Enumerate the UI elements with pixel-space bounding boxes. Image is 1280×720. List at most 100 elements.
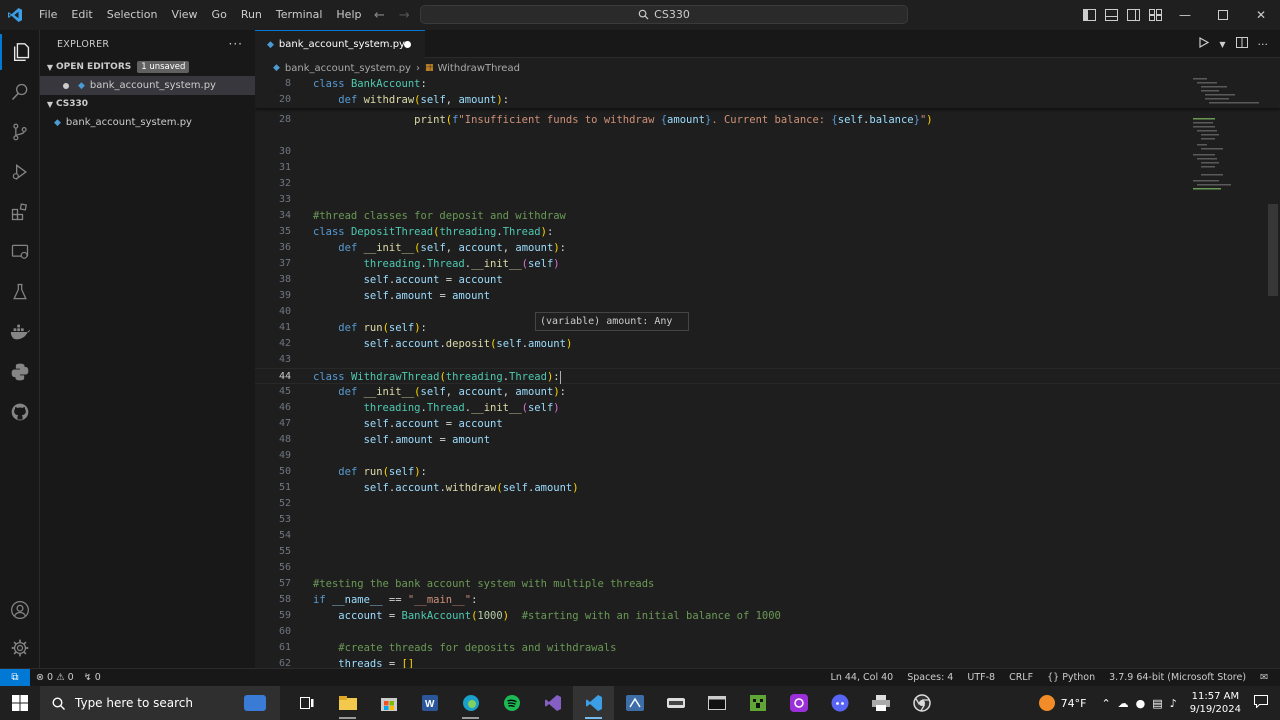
explorer-icon[interactable]	[0, 34, 42, 70]
split-editor-icon[interactable]	[1235, 37, 1248, 51]
menu-view[interactable]: View	[164, 0, 204, 30]
windows-start-icon[interactable]	[0, 686, 40, 720]
camera-app-icon[interactable]	[778, 686, 819, 720]
line-number: 53	[278, 514, 291, 525]
ports-indicator[interactable]: ↯ 0	[84, 672, 101, 683]
minecraft-icon[interactable]	[737, 686, 778, 720]
run-python-file-icon[interactable]	[1198, 36, 1210, 51]
breadcrumb-file[interactable]: bank_account_system.py	[285, 63, 411, 74]
account-icon[interactable]	[0, 592, 40, 628]
chevron-down-icon[interactable]: ▼	[1219, 40, 1225, 49]
cursor-position[interactable]: Ln 44, Col 40	[831, 672, 894, 683]
vscode-taskbar-icon[interactable]	[573, 686, 614, 720]
customize-layout-icon[interactable]	[1144, 0, 1166, 30]
open-editors-section[interactable]: ▼ OPEN EDITORS 1 unsaved	[40, 58, 255, 76]
minimap[interactable]	[1187, 76, 1267, 196]
notifications-icon[interactable]	[1254, 695, 1268, 711]
vertical-scrollbar[interactable]	[1268, 204, 1278, 296]
menu-selection[interactable]: Selection	[100, 0, 165, 30]
more-actions-icon[interactable]: ···	[1258, 38, 1269, 51]
encoding[interactable]: UTF-8	[967, 672, 995, 683]
code-text: threads = []	[338, 658, 415, 668]
back-arrow-icon[interactable]: ←	[374, 8, 385, 23]
tab-bank-account-system[interactable]: ◆ bank_account_system.py	[255, 30, 425, 58]
code-editor[interactable]: 8 class BankAccount: 20 def withdraw(self…	[255, 76, 1280, 668]
source-control-icon[interactable]	[0, 114, 40, 150]
code-line: 43	[255, 352, 1280, 368]
taskbar-search-box[interactable]: Type here to search	[40, 686, 280, 720]
problems-indicator[interactable]: ⊗ 0 ⚠ 0	[36, 672, 74, 683]
more-actions-icon[interactable]: ···	[229, 37, 243, 51]
remote-indicator-icon[interactable]: ⧉	[0, 669, 30, 686]
menu-file[interactable]: File	[32, 0, 64, 30]
docker-icon[interactable]	[0, 314, 40, 350]
snipping-tool-icon[interactable]	[614, 686, 655, 720]
toggle-panel-icon[interactable]	[1100, 0, 1122, 30]
code-line: 42 self.account.deposit(self.amount)	[255, 336, 1280, 352]
printer-icon[interactable]	[860, 686, 901, 720]
svg-text:W: W	[425, 699, 435, 710]
indentation[interactable]: Spaces: 4	[907, 672, 953, 683]
extensions-icon[interactable]	[0, 194, 40, 230]
code-text: def __init__(self, account, amount):	[338, 242, 566, 254]
file-explorer-icon[interactable]	[327, 686, 368, 720]
chevron-up-icon[interactable]: ⌃	[1101, 697, 1110, 710]
language-mode[interactable]: {} Python	[1047, 672, 1095, 683]
weather-widget[interactable]: 74°F	[1038, 695, 1086, 711]
unsaved-badge: 1 unsaved	[137, 61, 190, 73]
discord-icon[interactable]	[819, 686, 860, 720]
line-number: 58	[278, 594, 291, 605]
github-icon[interactable]	[0, 394, 40, 430]
python-icon[interactable]	[0, 354, 40, 390]
menu-bar: File Edit Selection View Go Run Terminal…	[32, 0, 368, 30]
command-prompt-icon[interactable]	[696, 686, 737, 720]
menu-terminal[interactable]: Terminal	[269, 0, 330, 30]
python-interpreter[interactable]: 3.7.9 64-bit (Microsoft Store)	[1109, 672, 1246, 683]
line-number: 50	[278, 466, 291, 477]
search-icon[interactable]	[0, 74, 40, 110]
notifications-bell-icon[interactable]: ✉	[1260, 672, 1268, 683]
terminal-app-icon[interactable]	[655, 686, 696, 720]
edge-browser-icon[interactable]	[450, 686, 491, 720]
minimize-icon[interactable]: —	[1166, 0, 1204, 30]
line-ending[interactable]: CRLF	[1009, 672, 1033, 683]
testing-flask-icon[interactable]	[0, 274, 40, 310]
microsoft-store-icon[interactable]	[368, 686, 409, 720]
unsaved-dot-icon[interactable]	[63, 82, 69, 89]
remote-explorer-icon[interactable]	[0, 234, 40, 270]
unsaved-dot-icon[interactable]	[404, 41, 411, 48]
word-icon[interactable]: W	[409, 686, 450, 720]
toggle-primary-sidebar-icon[interactable]	[1078, 0, 1100, 30]
microphone-icon[interactable]: ●	[1136, 697, 1146, 710]
menu-run[interactable]: Run	[234, 0, 269, 30]
folder-section[interactable]: ▼ CS330	[40, 95, 255, 113]
explorer-title: EXPLORER	[57, 38, 110, 50]
line-number: 20	[278, 94, 291, 105]
code-text: class DepositThread(threading.Thread):	[313, 226, 554, 238]
run-debug-icon[interactable]	[0, 154, 40, 190]
command-center-search[interactable]: CS330	[420, 5, 908, 24]
breadcrumb-symbol[interactable]: WithdrawThread	[437, 63, 519, 74]
system-clock[interactable]: 11:57 AM 9/19/2024	[1190, 690, 1241, 716]
spotify-icon[interactable]	[491, 686, 532, 720]
menu-edit[interactable]: Edit	[64, 0, 99, 30]
settings-gear-icon[interactable]	[0, 630, 40, 666]
network-icon[interactable]: ▤	[1152, 697, 1162, 710]
code-line: 46 threading.Thread.__init__(self)	[255, 400, 1280, 416]
toggle-secondary-sidebar-icon[interactable]	[1122, 0, 1144, 30]
menu-go[interactable]: Go	[205, 0, 234, 30]
maximize-icon[interactable]	[1204, 0, 1242, 30]
visual-studio-icon[interactable]	[532, 686, 573, 720]
task-view-icon[interactable]	[286, 686, 327, 720]
menu-help[interactable]: Help	[329, 0, 368, 30]
cloud-icon[interactable]: ☁	[1118, 697, 1129, 710]
close-icon[interactable]: ✕	[1242, 0, 1280, 30]
file-tree-item[interactable]: ◆ bank_account_system.py	[40, 113, 255, 132]
open-editor-item[interactable]: ◆ bank_account_system.py	[40, 76, 255, 95]
chrome-icon[interactable]	[901, 686, 942, 720]
code-line: 51 self.account.withdraw(self.amount)	[255, 480, 1280, 496]
code-line: 20 def withdraw(self, amount):	[255, 92, 1280, 108]
line-number: 44	[278, 371, 291, 382]
forward-arrow-icon[interactable]: →	[399, 8, 410, 23]
volume-icon[interactable]: ♪	[1170, 697, 1177, 710]
